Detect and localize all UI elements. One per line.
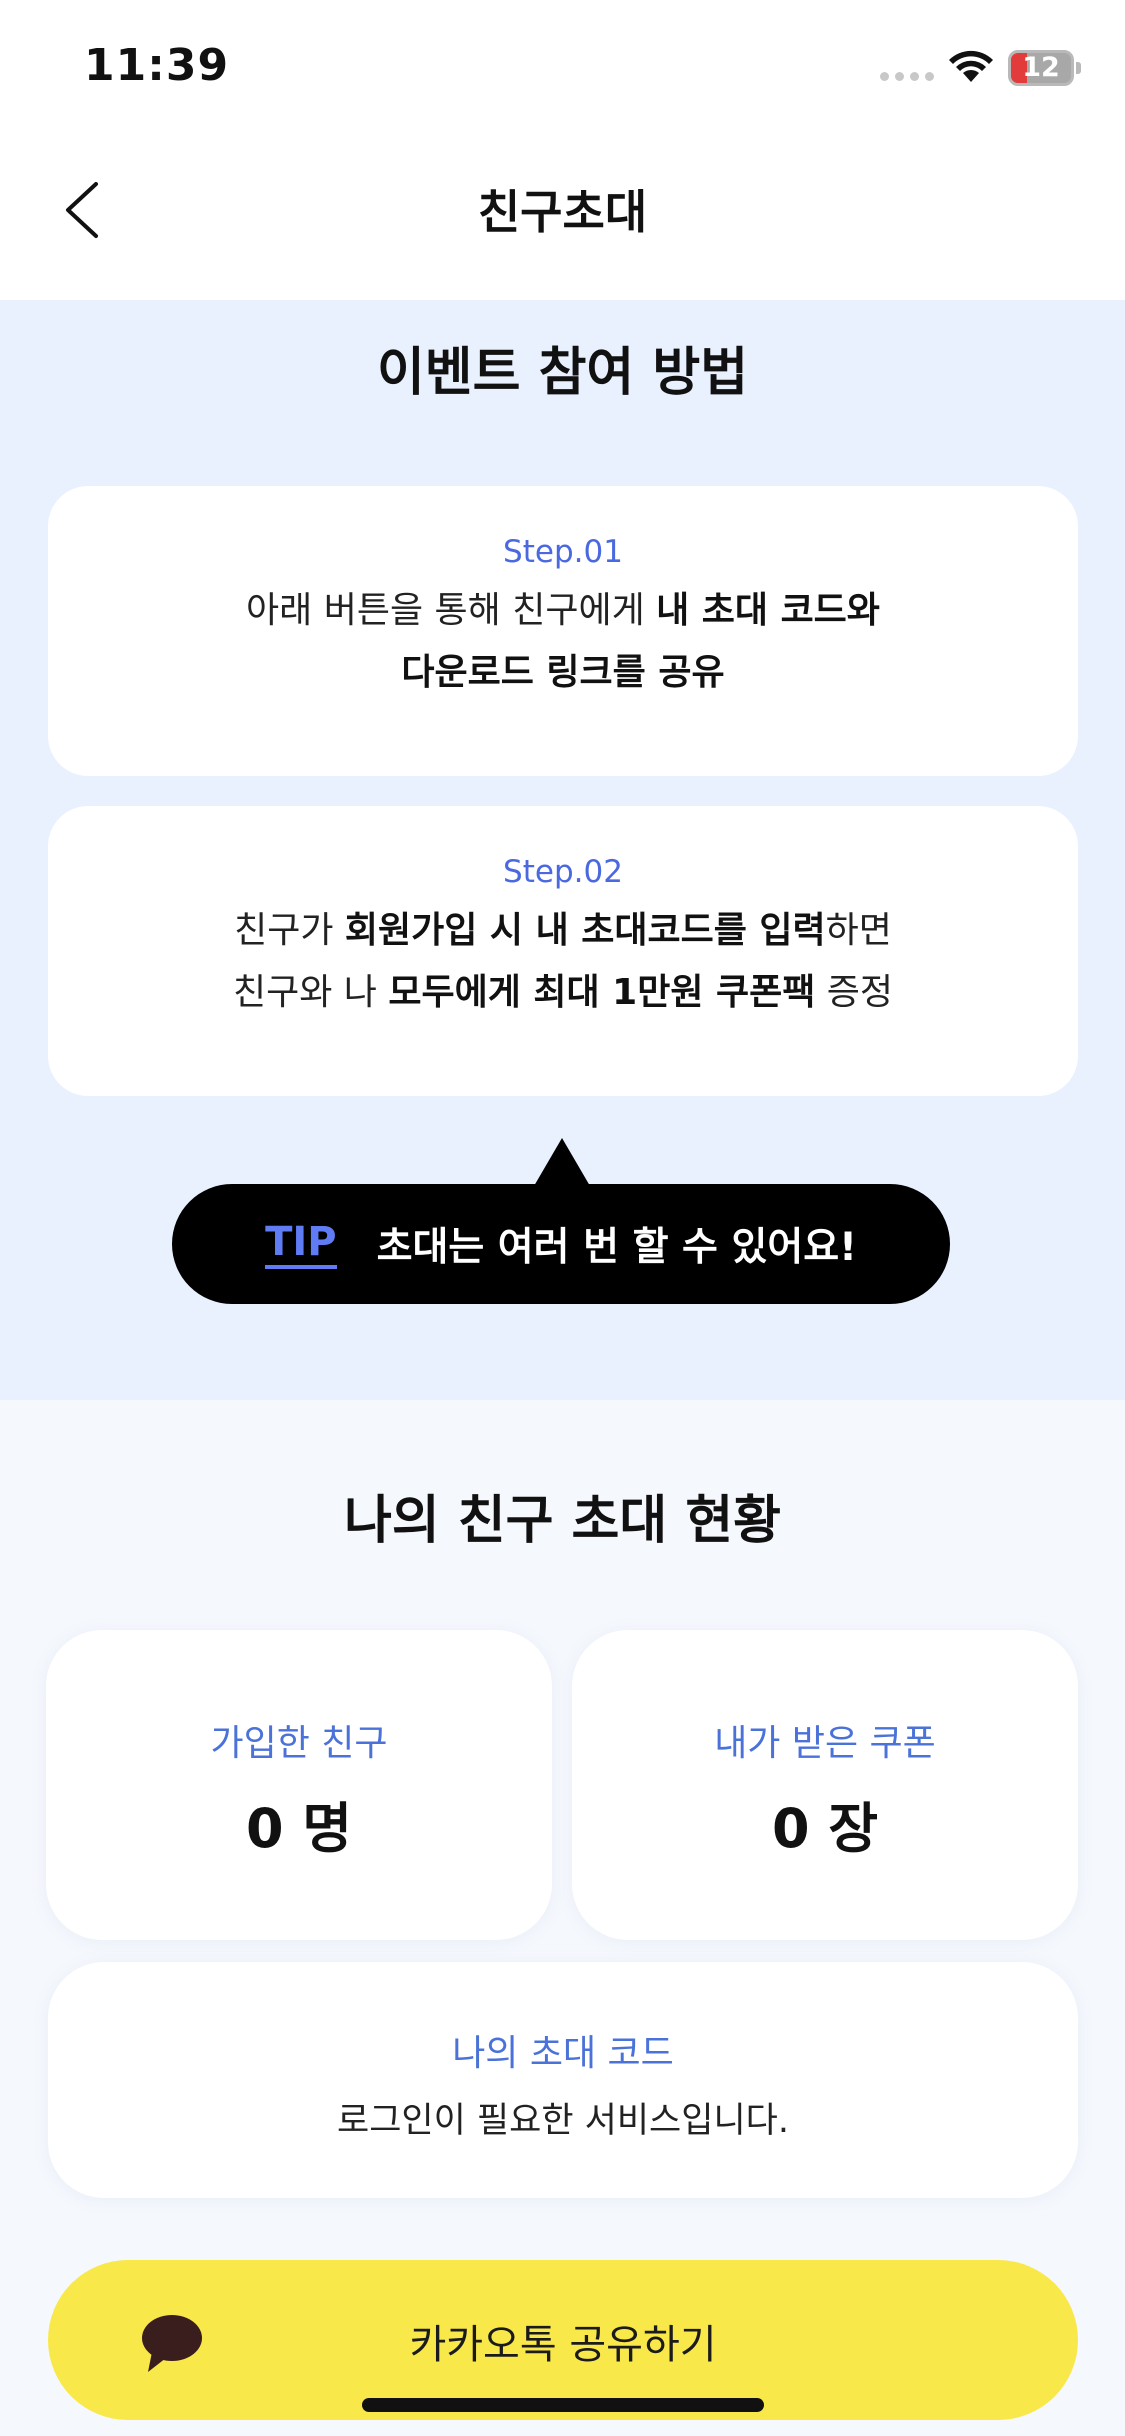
invite-status-section: 나의 친구 초대 현황 가입한 친구 0 명 내가 받은 쿠폰 0 장 나의 초… <box>0 1400 1125 2436</box>
received-coupons-label: 내가 받은 쿠폰 <box>714 1723 936 1764</box>
tip-tag: TIP <box>265 1219 337 1269</box>
battery-icon: 12 <box>1008 50 1074 86</box>
invite-status-title: 나의 친구 초대 현황 <box>343 1491 782 1551</box>
tip-pointer <box>534 1138 590 1186</box>
step-card-02: Step.02 친구가 회원가입 시 내 초대코드를 입력하면 친구와 나 모두… <box>48 806 1078 1096</box>
joined-friends-card: 가입한 친구 0 명 <box>46 1630 552 1940</box>
event-section: 이벤트 참여 방법 Step.01 아래 버튼을 통해 친구에게 내 초대 코드… <box>0 300 1125 1400</box>
cellular-signal-icon <box>880 72 934 81</box>
tip-text: 초대는 여러 번 할 수 있어요! <box>376 1225 857 1270</box>
step-card-01: Step.01 아래 버튼을 통해 친구에게 내 초대 코드와 다운로드 링크를… <box>48 486 1078 776</box>
battery-level: 12 <box>1022 52 1060 83</box>
invite-code-card: 나의 초대 코드 로그인이 필요한 서비스입니다. <box>48 1962 1078 2198</box>
received-coupons-count: 0 장 <box>771 1797 879 1860</box>
status-bar: 11:39 12 <box>0 0 1125 130</box>
step-label: Step.02 <box>503 854 623 890</box>
status-time: 11:39 <box>84 40 230 91</box>
step-label: Step.01 <box>503 534 623 570</box>
joined-friends-label: 가입한 친구 <box>210 1723 388 1764</box>
wifi-icon <box>949 50 993 82</box>
home-indicator <box>362 2398 764 2412</box>
joined-friends-count: 0 명 <box>245 1797 353 1860</box>
kakaotalk-share-button[interactable]: 카카오톡 공유하기 <box>48 2260 1078 2420</box>
invite-code-label: 나의 초대 코드 <box>452 2033 674 2074</box>
kakaotalk-share-label: 카카오톡 공유하기 <box>409 2322 717 2368</box>
step-description: 아래 버튼을 통해 친구에게 내 초대 코드와 다운로드 링크를 공유 <box>246 590 880 693</box>
invite-code-value: 로그인이 필요한 서비스입니다. <box>337 2101 789 2141</box>
step-description: 친구가 회원가입 시 내 초대코드를 입력하면 친구와 나 모두에게 최대 1만… <box>232 910 894 1013</box>
event-title: 이벤트 참여 방법 <box>376 343 749 403</box>
received-coupons-card: 내가 받은 쿠폰 0 장 <box>572 1630 1078 1940</box>
page-title: 친구초대 <box>477 185 648 239</box>
tip-bubble: TIP 초대는 여러 번 할 수 있어요! <box>172 1184 950 1304</box>
nav-bar: 친구초대 <box>0 130 1125 300</box>
